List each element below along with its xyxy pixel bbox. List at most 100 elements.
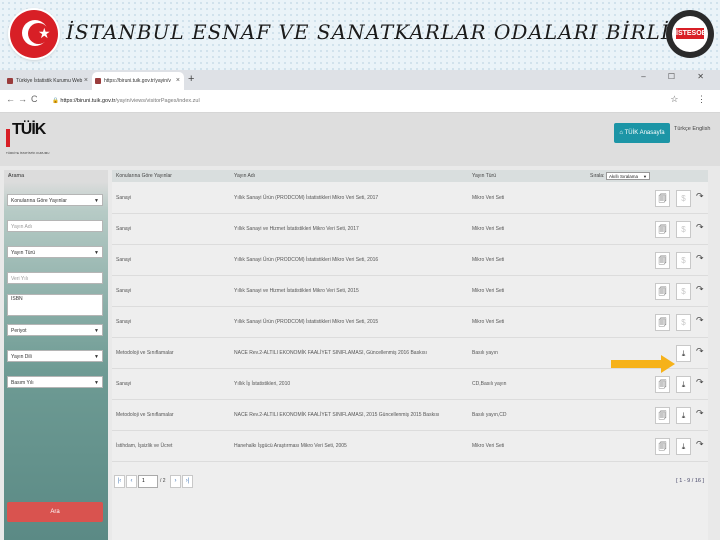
prev-page-button[interactable]: ‹	[126, 475, 137, 488]
reload-icon[interactable]: C	[31, 94, 38, 104]
topic-select[interactable]: Konularına Göre Yayınlar ▼	[7, 194, 103, 206]
slide-title: İSTANBUL ESNAF VE SANATKARLAR ODALARI Bİ…	[66, 20, 696, 44]
detail-icon[interactable]: 🗐	[655, 283, 670, 300]
new-tab-button[interactable]: +	[188, 73, 194, 85]
publication-name-cell[interactable]: NACE Rev.2-ALTILI EKONOMİK FAALİYET SINI…	[234, 412, 439, 418]
language-links[interactable]: Türkçe English	[674, 126, 710, 132]
share-icon[interactable]: ↷	[696, 284, 704, 295]
share-icon[interactable]: ↷	[696, 315, 704, 326]
table-header: Konularına Göre Yayınlar Yayın Adı Yayın…	[112, 170, 708, 182]
close-tab-icon[interactable]: ×	[84, 72, 88, 90]
publication-name-cell[interactable]: Yıllık İş İstatistikleri, 2010	[234, 381, 290, 387]
publication-name-cell[interactable]: Yıllık Sanayi Ürün (PRODCOM) İstatistikl…	[234, 195, 378, 201]
logo-text: TÜİK	[12, 121, 46, 138]
publication-name-cell[interactable]: Yıllık Sanayi ve Hizmet İstatistikleri M…	[234, 226, 359, 232]
url-input[interactable]: 🔒 https://biruni.tuik.gov.tr/yayin/views…	[52, 94, 652, 108]
buy-icon[interactable]: $	[676, 221, 691, 238]
table-row[interactable]: Sanayi Yıllık Sanayi Ürün (PRODCOM) İstat…	[112, 307, 708, 338]
share-icon[interactable]: ↷	[696, 346, 704, 357]
favicon-icon	[7, 78, 13, 84]
back-icon[interactable]: ←	[6, 94, 15, 104]
download-icon[interactable]: ⤓	[676, 345, 691, 362]
isbn-textarea[interactable]: ISBN	[7, 294, 103, 316]
detail-icon[interactable]: 🗐	[655, 252, 670, 269]
share-icon[interactable]: ↷	[696, 439, 704, 450]
page-number-input[interactable]: 1	[138, 475, 158, 488]
table-row[interactable]: İstihdam, İşsizlik ve Ücret Hanehalkı İşg…	[112, 431, 708, 462]
topic-cell: Sanayi	[116, 381, 132, 387]
share-icon[interactable]: ↷	[696, 377, 704, 388]
share-icon[interactable]: ↷	[696, 222, 704, 233]
tab-biruni[interactable]: https://biruni.tuik.gov.tr/yayin/v ×	[92, 72, 184, 90]
table-row[interactable]: Sanayi Yıllık İş İstatistikleri, 2010 CD,B…	[112, 369, 708, 400]
topic-cell: Metodoloji ve Sınıflamalar	[116, 412, 174, 418]
textarea-value: ISBN	[11, 296, 23, 302]
download-icon[interactable]: ⤓	[676, 438, 691, 455]
address-bar: ← → C 🔒 https://biruni.tuik.gov.tr/yayin…	[0, 90, 720, 113]
table-row[interactable]: Sanayi Yıllık Sanayi ve Hizmet İstatistik…	[112, 214, 708, 245]
first-page-button[interactable]: |‹	[114, 475, 125, 488]
data-year-input[interactable]: Veri Yılı	[7, 272, 103, 284]
table-row[interactable]: Sanayi Yıllık Sanayi Ürün (PRODCOM) İstat…	[112, 245, 708, 276]
buy-icon[interactable]: $	[676, 252, 691, 269]
next-page-button[interactable]: ›	[170, 475, 181, 488]
turkish-flag-icon: ★	[10, 10, 58, 58]
tuik-logo[interactable]: TÜİK TÜRKİYE İSTATİSTİK KURUMU	[6, 119, 49, 159]
collapse-icon[interactable]: ‹	[8, 170, 104, 182]
publication-type-select[interactable]: Yayın Türü ▼	[7, 246, 103, 258]
logo-subtext: TÜRKİYE İSTATİSTİK KURUMU	[6, 151, 50, 155]
buy-icon[interactable]: $	[676, 314, 691, 331]
search-button[interactable]: Ara	[7, 502, 103, 522]
istesob-logo: İSTESOB	[666, 10, 714, 58]
language-select[interactable]: Yayın Dili ▼	[7, 350, 103, 362]
bookmark-menu-icons[interactable]: ☆ ⋮	[670, 94, 714, 105]
publication-name-cell[interactable]: Yıllık Sanayi ve Hizmet İstatistikleri M…	[234, 288, 359, 294]
buy-icon[interactable]: $	[676, 283, 691, 300]
publication-name-cell[interactable]: Hanehalkı İşgücü Araştırması Mikro Veri …	[234, 443, 347, 449]
page-total: / 2	[160, 478, 166, 484]
column-header-topic[interactable]: Konularına Göre Yayınlar	[116, 170, 172, 182]
forward-icon[interactable]: →	[18, 94, 27, 104]
period-select[interactable]: Periyot ▼	[7, 324, 103, 336]
publication-type-cell: Basılı yayın	[472, 350, 498, 356]
column-header-name[interactable]: Yayın Adı	[234, 170, 255, 182]
browser-window: Türkiye İstatistik Kurumu Web × https://…	[0, 70, 720, 540]
close-tab-icon[interactable]: ×	[176, 72, 180, 90]
publication-name-cell[interactable]: Yıllık Sanayi Ürün (PRODCOM) İstatistikl…	[234, 257, 378, 263]
logo-bar	[6, 129, 10, 147]
detail-icon[interactable]: 🗐	[655, 438, 670, 455]
publication-type-cell: Mikro Veri Seti	[472, 319, 505, 325]
detail-icon[interactable]: 🗐	[655, 407, 670, 424]
sort-select[interactable]: Akıllı Sıralama ▼	[606, 172, 650, 180]
sidebar-header: Arama ‹	[4, 170, 108, 182]
select-value: Periyot	[11, 328, 27, 334]
column-header-type[interactable]: Yayın Türü	[472, 170, 496, 182]
highlight-arrow-icon	[611, 355, 675, 373]
table-row[interactable]: Sanayi Yıllık Sanayi Ürün (PRODCOM) İstat…	[112, 183, 708, 214]
print-year-select[interactable]: Basım Yılı ▼	[7, 376, 103, 388]
detail-icon[interactable]: 🗐	[655, 376, 670, 393]
last-page-button[interactable]: ›|	[182, 475, 193, 488]
publication-type-cell: Mikro Veri Seti	[472, 195, 505, 201]
chevron-down-icon: ▼	[643, 174, 647, 179]
publication-name-cell[interactable]: Yıllık Sanayi Ürün (PRODCOM) İstatistikl…	[234, 319, 378, 325]
share-icon[interactable]: ↷	[696, 253, 704, 264]
share-icon[interactable]: ↷	[696, 191, 704, 202]
buy-icon[interactable]: $	[676, 190, 691, 207]
window-controls[interactable]: – ☐ ✕	[641, 72, 714, 81]
publication-name-cell[interactable]: NACE Rev.2-ALTILI EKONOMİK FAALİYET SINI…	[234, 350, 427, 356]
detail-icon[interactable]: 🗐	[655, 314, 670, 331]
publication-name-input[interactable]: Yayın Adı	[7, 220, 103, 232]
share-icon[interactable]: ↷	[696, 408, 704, 419]
tuik-home-button[interactable]: ⌂ TÜİK Anasayfa	[614, 123, 670, 143]
download-icon[interactable]: ⤓	[676, 376, 691, 393]
select-value: Basım Yılı	[11, 380, 34, 386]
detail-icon[interactable]: 🗐	[655, 221, 670, 238]
download-icon[interactable]: ⤓	[676, 407, 691, 424]
url-host: https://biruni.tuik.gov.tr	[60, 98, 116, 104]
table-row[interactable]: Metodoloji ve Sınıflamalar NACE Rev.2-ALT…	[112, 400, 708, 431]
detail-icon[interactable]: 🗐	[655, 190, 670, 207]
tab-tuik-home[interactable]: Türkiye İstatistik Kurumu Web ×	[4, 72, 92, 90]
input-placeholder: Veri Yılı	[11, 276, 29, 282]
table-row[interactable]: Sanayi Yıllık Sanayi ve Hizmet İstatistik…	[112, 276, 708, 307]
